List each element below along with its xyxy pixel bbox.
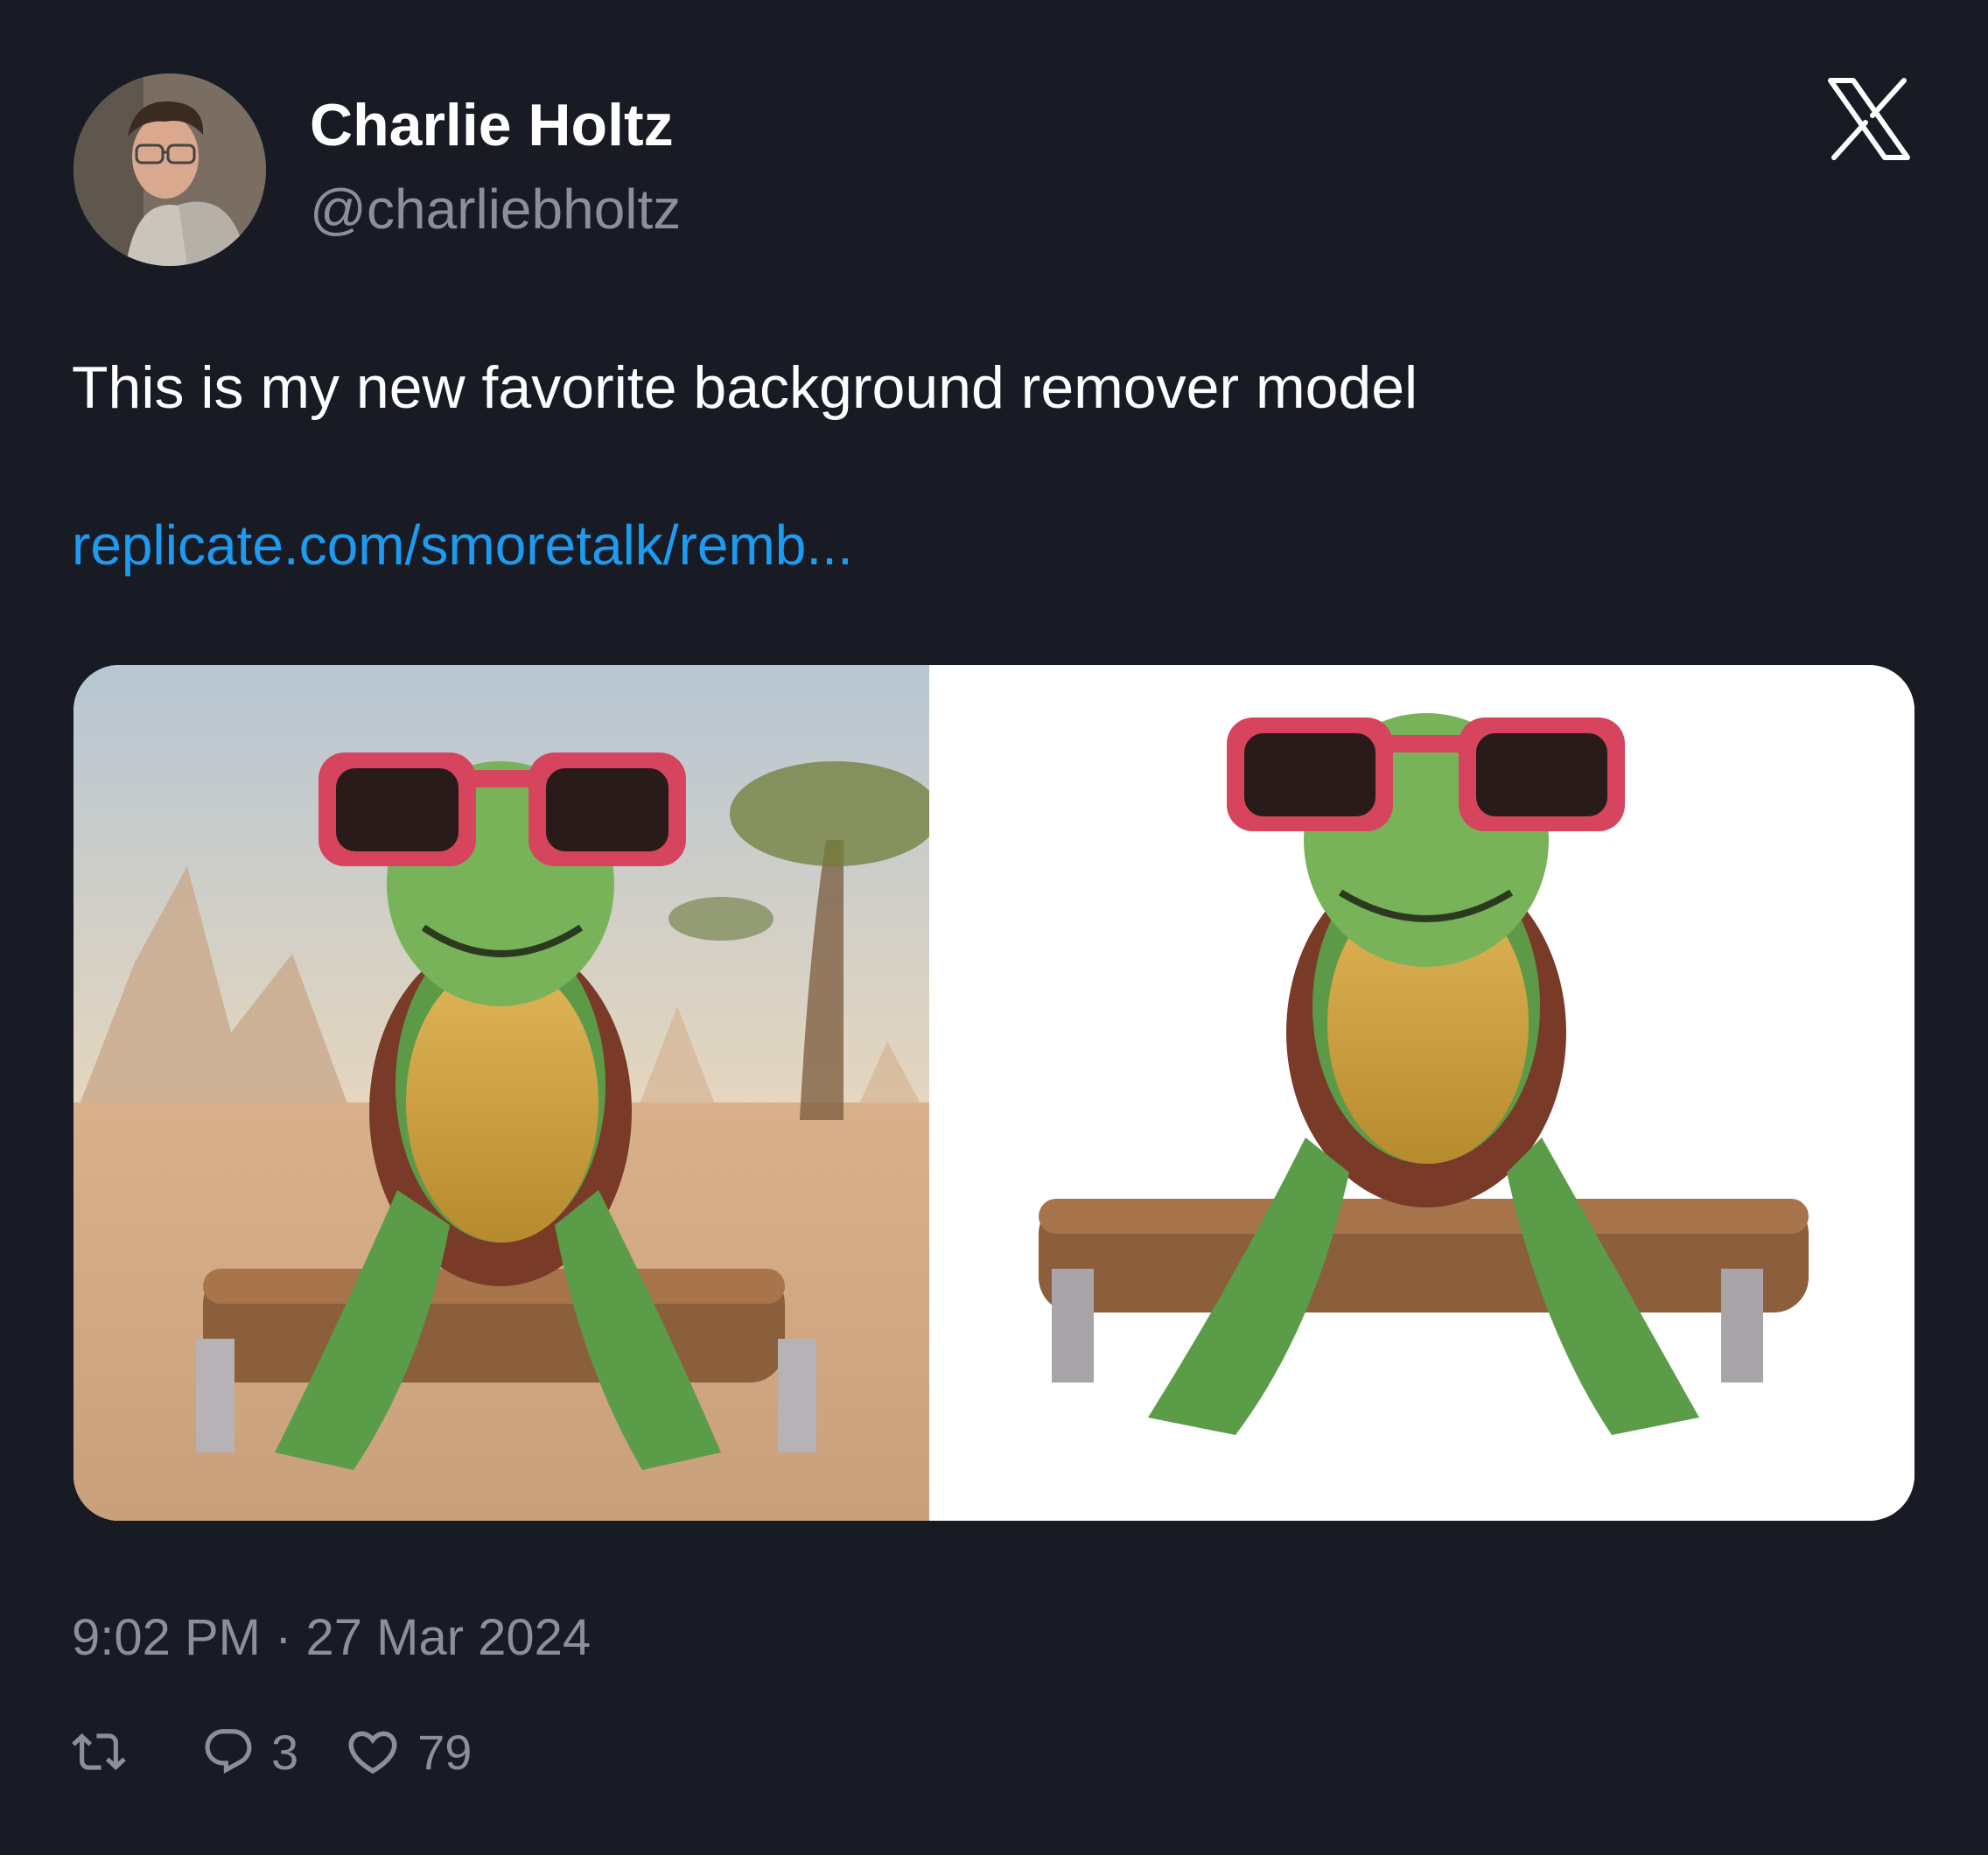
reply-count: 3 [271, 1724, 299, 1780]
like-button[interactable]: 79 [344, 1723, 472, 1781]
x-logo-icon[interactable] [1827, 77, 1911, 161]
retweet-icon [72, 1733, 126, 1770]
tweet-actions: 3 79 [72, 1717, 472, 1787]
tweet-text: This is my new favorite background remov… [72, 354, 1418, 421]
author-handle[interactable]: @charliebholtz [310, 177, 681, 242]
retweet-button[interactable] [72, 1725, 126, 1779]
heart-icon [348, 1731, 397, 1774]
author-name[interactable]: Charlie Holtz [310, 91, 674, 159]
tweet-link[interactable]: replicate.com/smoretalk/remb... [72, 513, 853, 578]
tweet-timestamp[interactable]: 9:02 PM · 27 Mar 2024 [72, 1608, 591, 1667]
tweet-media[interactable] [74, 665, 1914, 1521]
reply-icon [205, 1729, 252, 1774]
avatar[interactable] [74, 74, 266, 266]
avatar-photo [74, 74, 266, 266]
background-removed-image [929, 665, 1914, 1521]
like-count: 79 [417, 1724, 472, 1780]
original-image [74, 665, 940, 1521]
reply-button[interactable]: 3 [201, 1724, 298, 1781]
